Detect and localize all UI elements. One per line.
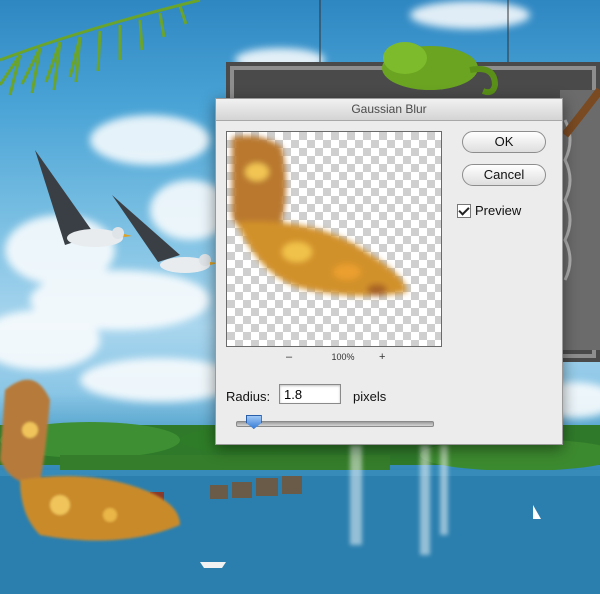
gaussian-blur-dialog: Gaussian Blur – 100% + OK Cancel Preview… (215, 98, 563, 445)
radius-unit: pixels (353, 389, 387, 404)
boat (200, 562, 226, 568)
ok-button[interactable]: OK (462, 131, 546, 153)
zoom-in-button[interactable]: + (379, 351, 385, 363)
cancel-button[interactable]: Cancel (462, 164, 546, 186)
checkmark-icon[interactable] (457, 204, 471, 218)
radius-label: Radius: (226, 389, 271, 404)
blurred-butterfly-preview (232, 135, 407, 296)
preview-label: Preview (475, 203, 522, 218)
dialog-title[interactable]: Gaussian Blur (216, 99, 562, 121)
zoom-out-button[interactable]: – (286, 351, 292, 363)
zoom-level: 100% (331, 352, 355, 362)
radius-slider-track[interactable] (236, 421, 434, 427)
preview-pane[interactable] (226, 131, 442, 347)
fern (0, 0, 201, 96)
zoom-controls: – 100% + (226, 351, 442, 365)
radius-input[interactable] (279, 384, 341, 404)
